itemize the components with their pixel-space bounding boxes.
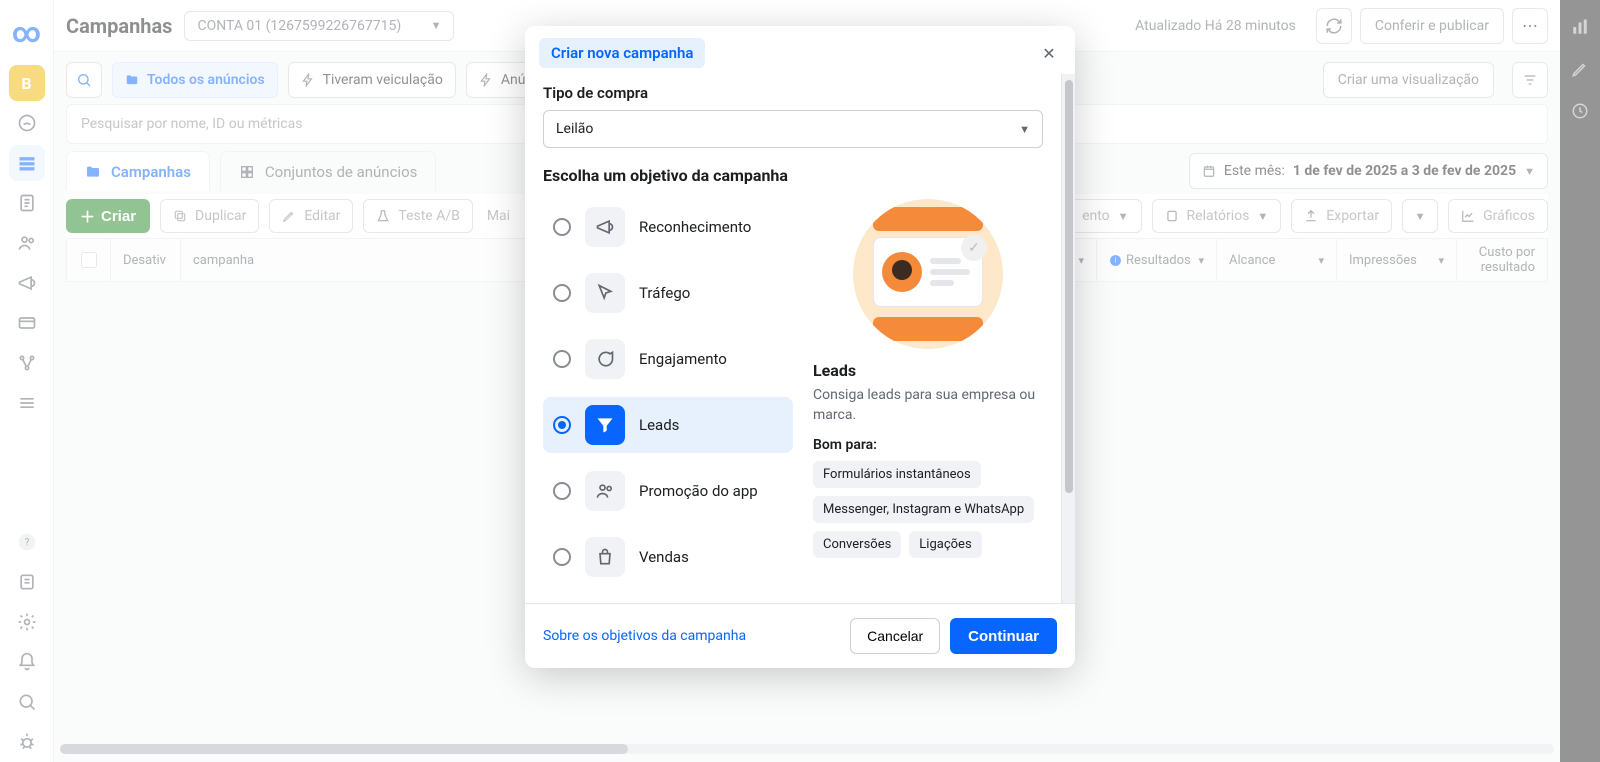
detail-subtitle: Consiga leads para sua empresa ou marca. xyxy=(813,386,1043,425)
radio-icon xyxy=(553,284,571,302)
modal-title: Criar nova campanha xyxy=(539,38,705,68)
pill-calls: Ligações xyxy=(909,531,981,558)
radio-icon xyxy=(553,482,571,500)
continue-button[interactable]: Continuar xyxy=(950,618,1057,654)
pill-messaging: Messenger, Instagram e WhatsApp xyxy=(813,496,1034,523)
pill-conversions: Conversões xyxy=(813,531,901,558)
buy-type-value: Leilão xyxy=(556,121,593,137)
objective-sales[interactable]: Vendas xyxy=(543,529,793,585)
objective-awareness[interactable]: Reconhecimento xyxy=(543,199,793,255)
objective-leads[interactable]: Leads xyxy=(543,397,793,453)
megaphone-icon xyxy=(585,207,625,247)
objective-awareness-label: Reconhecimento xyxy=(639,218,751,236)
checkmark-icon: ✓ xyxy=(961,235,987,261)
objective-sales-label: Vendas xyxy=(639,548,689,566)
objective-engagement-label: Engajamento xyxy=(639,350,727,368)
radio-icon xyxy=(553,350,571,368)
about-objectives-link[interactable]: Sobre os objetivos da campanha xyxy=(543,628,746,644)
objective-traffic[interactable]: Tráfego xyxy=(543,265,793,321)
pill-instant-forms: Formulários instantâneos xyxy=(813,461,981,488)
people-icon xyxy=(585,471,625,511)
bag-icon xyxy=(585,537,625,577)
objective-app-promo[interactable]: Promoção do app xyxy=(543,463,793,519)
create-campaign-modal: Criar nova campanha ✕ Tipo de compra Lei… xyxy=(525,26,1075,668)
cursor-icon xyxy=(585,273,625,313)
chevron-down-icon: ▼ xyxy=(1019,123,1030,136)
radio-icon xyxy=(553,416,571,434)
cancel-button[interactable]: Cancelar xyxy=(850,618,940,654)
buy-type-label: Tipo de compra xyxy=(543,84,1043,102)
objective-engagement[interactable]: Engajamento xyxy=(543,331,793,387)
funnel-icon xyxy=(585,405,625,445)
buy-type-select[interactable]: Leilão ▼ xyxy=(543,110,1043,148)
radio-icon xyxy=(553,218,571,236)
modal-scrollbar[interactable] xyxy=(1061,74,1075,603)
objective-section-title: Escolha um objetivo da campanha xyxy=(543,166,1043,185)
close-icon[interactable]: ✕ xyxy=(1037,41,1061,65)
detail-title: Leads xyxy=(813,361,1043,380)
radio-icon xyxy=(553,548,571,566)
objective-app-promo-label: Promoção do app xyxy=(639,482,758,500)
chat-icon xyxy=(585,339,625,379)
objective-traffic-label: Tráfego xyxy=(639,284,690,302)
good-for-label: Bom para: xyxy=(813,437,1043,453)
objective-leads-label: Leads xyxy=(639,416,679,434)
objective-illustration: ✓ xyxy=(853,199,1003,349)
